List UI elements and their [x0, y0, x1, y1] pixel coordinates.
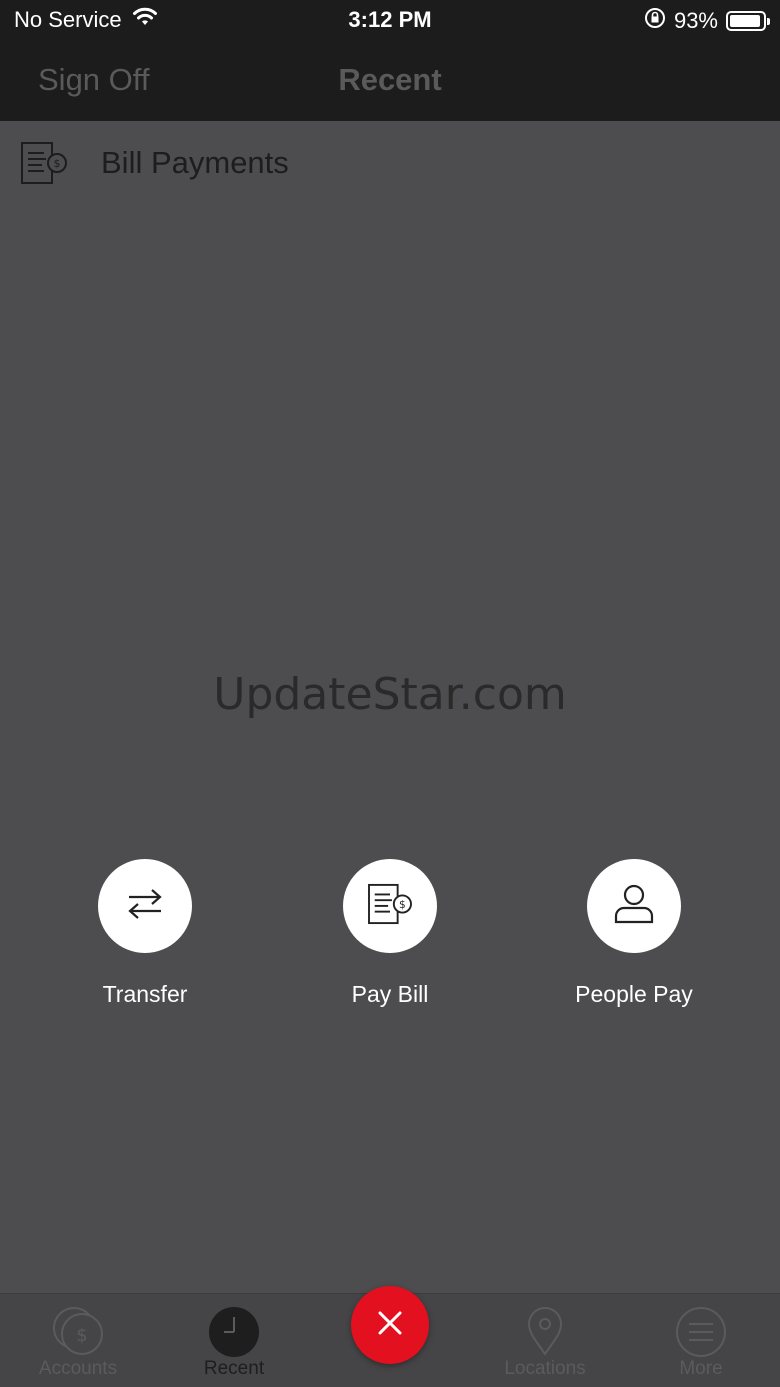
status-right: 93%: [644, 7, 770, 35]
svg-text:$: $: [399, 898, 406, 910]
tab-locations[interactable]: Locations: [475, 1294, 615, 1387]
bill-payment-icon: $: [20, 141, 68, 185]
transfer-label: Transfer: [102, 981, 188, 1007]
tab-label: Locations: [504, 1358, 586, 1379]
tab-recent[interactable]: Recent: [164, 1294, 304, 1387]
battery-icon: [726, 11, 770, 31]
close-icon: [377, 1310, 403, 1341]
location-pin-icon: [517, 1302, 573, 1358]
tab-accounts[interactable]: $ Accounts: [8, 1294, 148, 1387]
tab-label: More: [679, 1358, 723, 1379]
orientation-lock-icon: [644, 7, 666, 35]
close-menu-button[interactable]: [351, 1286, 429, 1364]
coins-icon: $: [50, 1302, 106, 1358]
pay-bill-label: Pay Bill: [351, 981, 429, 1007]
transfer-action[interactable]: Transfer: [45, 859, 245, 1008]
quick-actions: Transfer $ Pay Bill People Pay: [0, 859, 780, 1019]
bill-payment-icon: $: [367, 883, 413, 930]
watermark: UpdateStar.com: [213, 669, 567, 720]
person-icon: [610, 880, 658, 933]
people-pay-button[interactable]: [587, 859, 681, 953]
tab-label: Accounts: [38, 1358, 118, 1379]
people-pay-action[interactable]: People Pay: [534, 859, 734, 1008]
clock-icon: [206, 1302, 262, 1358]
tab-more[interactable]: More: [631, 1294, 771, 1387]
svg-text:$: $: [76, 1325, 87, 1346]
people-pay-label: People Pay: [575, 981, 693, 1007]
nav-header: Sign Off Recent: [0, 40, 780, 121]
menu-icon: [673, 1302, 729, 1358]
pay-bill-button[interactable]: $: [343, 859, 437, 953]
recent-item-label: Bill Payments: [101, 145, 289, 180]
page-title: Recent: [338, 62, 442, 97]
pay-bill-action[interactable]: $ Pay Bill: [290, 859, 490, 1008]
battery-fill: [730, 15, 760, 27]
main-content: $ Bill Payments UpdateStar.com Transfer: [0, 121, 780, 1293]
svg-text:$: $: [54, 157, 61, 170]
tab-label: Recent: [203, 1358, 265, 1379]
recent-item-bill-payments[interactable]: $ Bill Payments: [0, 121, 780, 205]
battery-percent: 93%: [673, 8, 718, 33]
transfer-arrows-icon: [125, 884, 165, 929]
status-bar: No Service 3:12 PM 93%: [0, 0, 780, 40]
transfer-button[interactable]: [98, 859, 192, 953]
